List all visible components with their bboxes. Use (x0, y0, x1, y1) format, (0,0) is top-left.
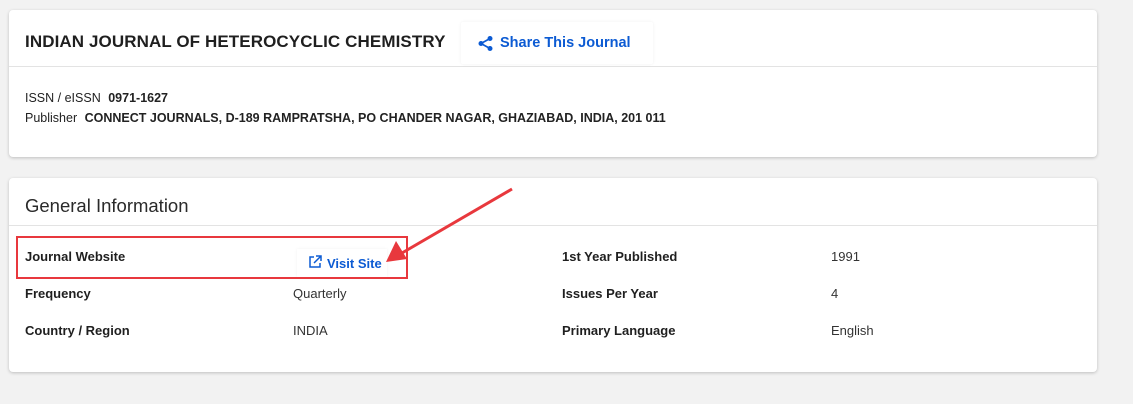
frequency-value: Quarterly (293, 286, 347, 301)
share-label: Share This Journal (500, 35, 631, 51)
visit-site-button[interactable]: Visit Site (297, 249, 387, 277)
journal-header: INDIAN JOURNAL OF HETEROCYCLIC CHEMISTRY… (9, 10, 1097, 67)
section-title: General Information (25, 195, 189, 216)
country-value: INDIA (293, 323, 328, 338)
general-info-card: General Information Journal Website Visi… (9, 178, 1097, 372)
publisher-value: CONNECT JOURNALS, D-189 RAMPRATSHA, PO C… (84, 111, 666, 125)
language-label: Primary Language (562, 323, 676, 338)
journal-title: INDIAN JOURNAL OF HETEROCYCLIC CHEMISTRY (25, 32, 446, 51)
first-year-label: 1st Year Published (562, 249, 678, 264)
external-link-icon (308, 254, 322, 272)
visit-site-label: Visit Site (327, 255, 382, 271)
issues-value: 4 (831, 286, 839, 301)
country-label: Country / Region (25, 323, 130, 338)
share-journal-button[interactable]: Share This Journal (461, 22, 653, 64)
publisher-row: Publisher CONNECT JOURNALS, D-189 RAMPRA… (25, 108, 666, 128)
issn-label: ISSN / eISSN (25, 91, 101, 105)
publisher-label: Publisher (25, 111, 78, 125)
issn-value: 0971-1627 (108, 91, 168, 105)
general-info-header: General Information (9, 178, 1097, 226)
issn-row: ISSN / eISSN 0971-1627 (25, 88, 666, 108)
frequency-label: Frequency (25, 286, 91, 301)
share-icon (477, 35, 494, 52)
first-year-value: 1991 (831, 249, 860, 264)
language-value: English (831, 323, 874, 338)
journal-card: INDIAN JOURNAL OF HETEROCYCLIC CHEMISTRY… (9, 10, 1097, 157)
journal-website-label: Journal Website (25, 249, 126, 264)
journal-meta: ISSN / eISSN 0971-1627 Publisher CONNECT… (25, 88, 666, 128)
issues-label: Issues Per Year (562, 286, 658, 301)
